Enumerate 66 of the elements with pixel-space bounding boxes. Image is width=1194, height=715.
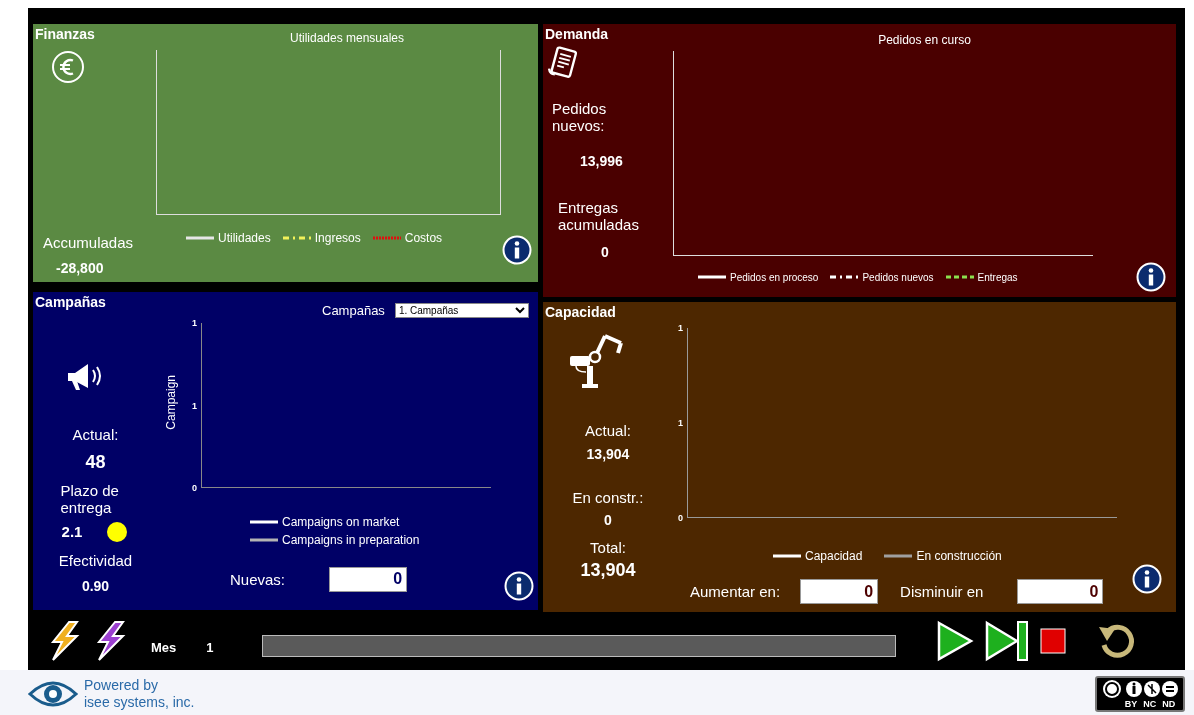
document-icon [546, 46, 580, 80]
stat-label: Actual: [72, 426, 119, 443]
stat-label: Plazo de entrega [60, 482, 120, 516]
selector-label: Campañas [322, 302, 385, 319]
stat-value: -28,800 [56, 259, 104, 277]
legend-label: Pedidos en proceso [730, 270, 819, 285]
number-input-field[interactable]: 0 [800, 579, 879, 604]
axis-tick-label: 0 [678, 513, 683, 523]
license-label: NC [1143, 698, 1157, 709]
input-label: Disminuir en [900, 583, 984, 600]
stat-value: 0.90 [81, 577, 110, 595]
info-icon[interactable] [502, 235, 532, 265]
stat-value: 13,904 [586, 445, 630, 463]
stat-label: Accumuladas [43, 234, 134, 251]
stat-value: 0 [601, 243, 609, 261]
stat-value: 2.1 [61, 523, 83, 541]
info-icon[interactable] [504, 571, 534, 601]
stat-value: 0 [604, 511, 612, 529]
axis-tick-label: 1 [192, 400, 197, 411]
stat-label: En constr.: [572, 489, 644, 506]
legend-label: Utilidades [218, 230, 271, 247]
stat-value: 13,904 [580, 561, 636, 579]
license-icon [1100, 678, 1180, 699]
stat-label: Efectividad [58, 552, 133, 569]
chevron-icon [514, 307, 525, 314]
legend-label: Campaigns on market [282, 514, 400, 531]
chart-title: Utilidades mensuales [288, 31, 406, 45]
month-value: 1 [206, 639, 214, 657]
license-label: BY [1124, 698, 1138, 709]
panel-title: Finanzas [34, 25, 96, 44]
month-label: Mes [151, 639, 177, 657]
legend-label: Capacidad [805, 548, 863, 565]
panel-title: Demanda [544, 25, 610, 44]
legend-label: Ingresos [314, 230, 361, 247]
axis-tick-label: 1 [192, 318, 197, 328]
number-input-field[interactable]: 0 [1017, 579, 1104, 604]
stat-label: Entregas acumuladas [558, 199, 640, 233]
input-label: Nuevas: [230, 570, 286, 588]
legend-label: Pedidos nuevos [862, 270, 934, 285]
stat-label: Total: [590, 539, 626, 556]
number-input-field[interactable]: 0 [329, 566, 408, 592]
license-label: ND [1162, 698, 1176, 709]
campaign-dropdown[interactable]: 1. Campañas [394, 303, 529, 318]
play-icon[interactable] [935, 620, 974, 662]
euro-icon [51, 50, 85, 84]
panel-title: Capacidad [544, 303, 617, 322]
info-icon[interactable] [1132, 563, 1163, 594]
axis-tick-label: 0 [192, 483, 197, 493]
input-label: Aumentar en: [690, 583, 781, 600]
legend-label: Entregas [977, 270, 1018, 285]
powered-by-link[interactable]: Powered by isee systems, inc. [84, 676, 195, 711]
legend-label: Campaigns in preparation [282, 532, 420, 549]
axis-title: Campaign [163, 375, 179, 430]
step-forward-icon[interactable] [983, 620, 1030, 662]
legend-label: En construcción [916, 548, 1002, 565]
stop-icon[interactable] [1039, 628, 1066, 654]
stat-label: Actual: [585, 422, 631, 439]
legend-label: Costos [404, 230, 443, 247]
axis-tick-label: 1 [678, 323, 683, 333]
stat-value: 13,996 [580, 152, 623, 170]
panel-title: Campañas [34, 293, 107, 312]
chart-title: Pedidos en curso [877, 33, 972, 47]
stat-label: Pedidos nuevos: [552, 100, 608, 134]
stat-value: 48 [85, 453, 106, 471]
axis-tick-label: 1 [678, 418, 683, 428]
info-icon[interactable] [1136, 262, 1166, 292]
